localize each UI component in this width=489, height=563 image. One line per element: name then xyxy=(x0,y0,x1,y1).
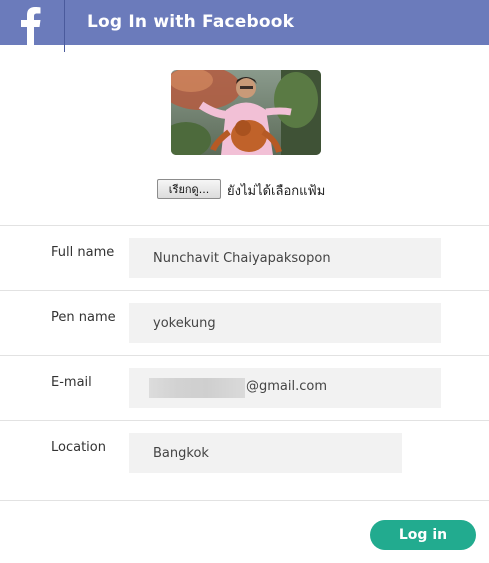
divider xyxy=(0,500,489,501)
divider xyxy=(0,420,489,421)
pen-name-input[interactable] xyxy=(129,303,441,343)
location-input[interactable] xyxy=(129,433,402,473)
login-button[interactable]: Log in xyxy=(370,520,476,550)
pen-name-label: Pen name xyxy=(51,310,116,325)
email-label: E-mail xyxy=(51,375,92,390)
divider xyxy=(0,225,489,226)
divider xyxy=(0,290,489,291)
email-input[interactable]: @gmail.com xyxy=(129,368,441,408)
header-divider xyxy=(64,45,65,52)
full-name-input[interactable] xyxy=(129,238,441,278)
header-bar: Log In with Facebook xyxy=(0,0,489,45)
divider xyxy=(0,355,489,356)
email-domain-text: @gmail.com xyxy=(246,379,328,394)
file-status-text: ยังไม่ได้เลือกแฟ้ม xyxy=(227,184,326,199)
location-label: Location xyxy=(51,440,106,455)
header-title: Log In with Facebook xyxy=(87,12,295,32)
full-name-label: Full name xyxy=(51,245,115,260)
browse-file-button[interactable]: เรียกดู... xyxy=(157,179,221,199)
redacted-email-blur xyxy=(149,378,245,398)
profile-photo xyxy=(171,70,321,155)
facebook-logo-icon xyxy=(0,0,65,45)
